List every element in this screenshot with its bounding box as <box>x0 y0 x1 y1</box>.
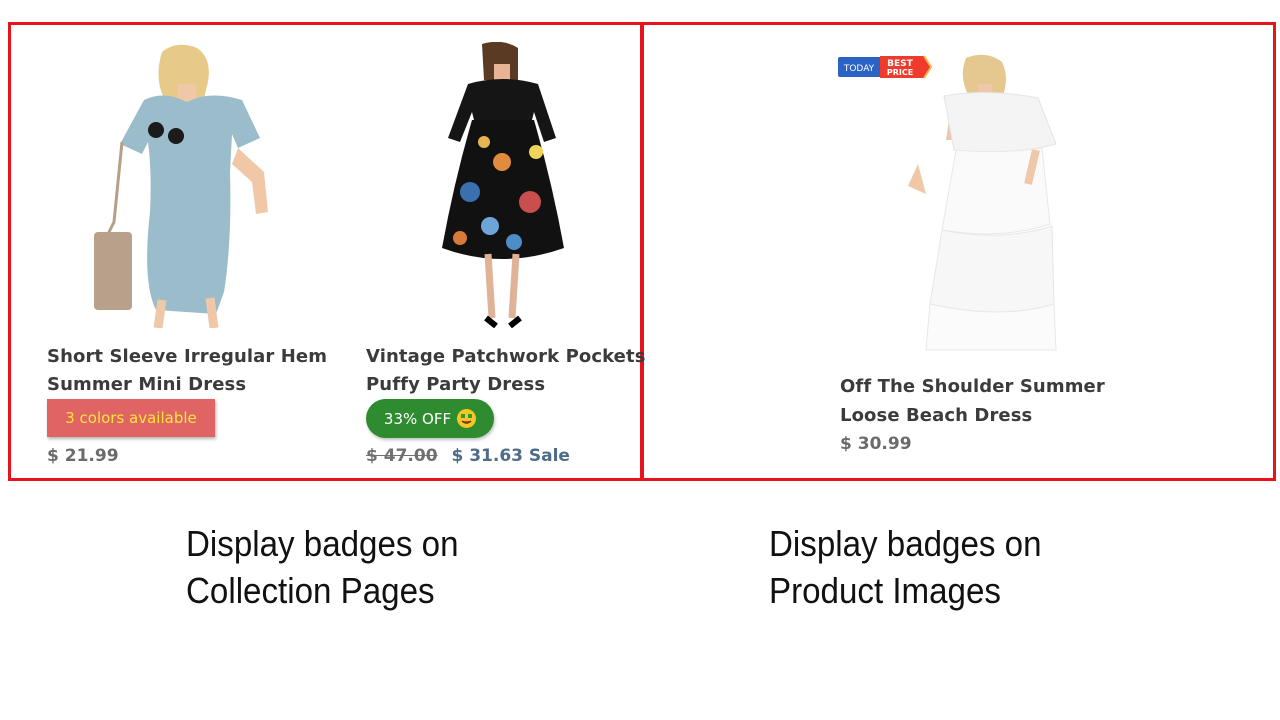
product-title-1[interactable]: Short Sleeve Irregular Hem Summer Mini D… <box>47 343 327 399</box>
compare-at-price: $ 47.00 <box>366 446 438 466</box>
product-title-2-line2[interactable]: Puffy Party Dress <box>366 374 545 395</box>
caption-collection: Display badges on Collection Pages <box>186 520 459 614</box>
product-image-floral-dress[interactable] <box>440 42 566 328</box>
product-price-1: $ 21.99 <box>47 446 119 466</box>
product-image-white-dress[interactable] <box>902 54 1062 354</box>
money-face-emoji-icon <box>457 409 477 428</box>
caption-collection-line1: Display badges on <box>186 523 459 564</box>
caption-product-images: Display badges on Product Images <box>769 520 1042 614</box>
product-page-price: $ 30.99 <box>840 434 912 454</box>
product-page-title-line2[interactable]: Loose Beach Dress <box>840 405 1032 426</box>
product-price-2: $ 47.00 $ 31.63 Sale <box>366 446 570 466</box>
product-title-2-line1[interactable]: Vintage Patchwork Pockets <box>366 346 646 367</box>
badge-today-text: TODAY <box>843 64 875 74</box>
colors-available-badge: 3 colors available <box>47 399 215 437</box>
discount-badge: 33% OFF <box>366 399 494 438</box>
product-title-1-line1[interactable]: Short Sleeve Irregular Hem <box>47 346 327 367</box>
discount-badge-label: 33% OFF <box>383 409 452 428</box>
product-page-title-line1[interactable]: Off The Shoulder Summer <box>840 376 1105 397</box>
product-image-blue-dress[interactable] <box>92 42 292 328</box>
product-title-2[interactable]: Vintage Patchwork Pockets Puffy Party Dr… <box>366 343 646 399</box>
product-title-1-line2[interactable]: Summer Mini Dress <box>47 374 246 395</box>
caption-collection-line2: Collection Pages <box>186 570 435 611</box>
caption-product-images-line2: Product Images <box>769 570 1001 611</box>
product-page-title[interactable]: Off The Shoulder Summer Loose Beach Dres… <box>840 372 1105 430</box>
caption-product-images-line1: Display badges on <box>769 523 1042 564</box>
sale-price: $ 31.63 Sale <box>451 446 570 466</box>
